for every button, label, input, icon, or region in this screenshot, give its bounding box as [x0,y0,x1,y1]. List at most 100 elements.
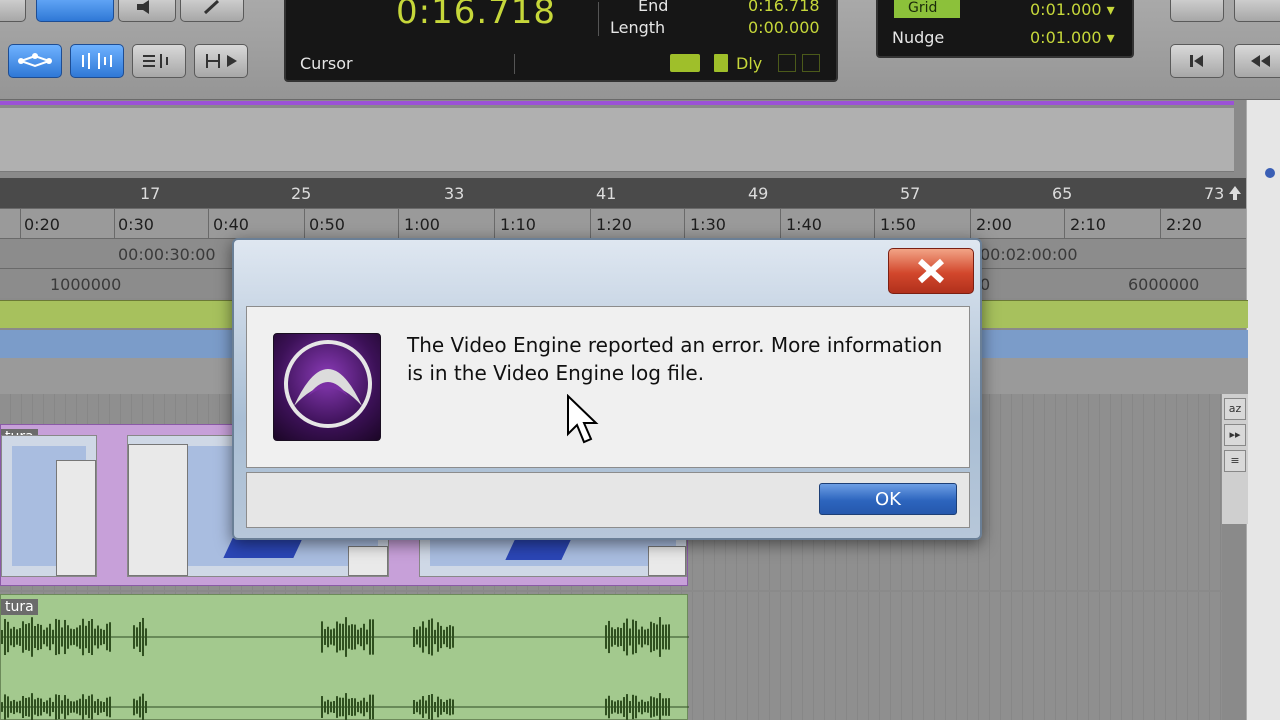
close-button[interactable] [888,248,974,294]
waveform-sample [100,628,102,646]
pencil-button[interactable] [180,0,244,22]
delay-label[interactable]: Dly [736,54,762,73]
bar-label: 57 [900,184,921,203]
main-counter: 0:16.718 End Length 0:16.718 0:00.000 Cu… [284,0,838,82]
audio-clip[interactable]: tura [0,594,689,720]
waveform-sample [629,701,631,713]
mode-spot-button[interactable] [132,44,186,78]
nudge-label: Nudge [892,28,945,47]
waveform-sample [440,625,442,649]
waveform-sample [428,619,430,655]
waveform-sample [357,701,359,713]
mode-grid-button[interactable] [194,44,248,78]
grid-value[interactable]: 0:01.000 ▾ [1030,0,1115,19]
waveform-sample [40,698,42,716]
waveform-sample [106,623,108,651]
ruler-up-arrow-icon[interactable] [1228,184,1242,202]
slip-mode-icon [82,53,112,69]
minsecs-ruler[interactable]: 0:20 0:30 0:40 0:50 1:00 1:10 1:20 1:30 … [0,208,1246,239]
minsec-label: 1:30 [690,215,726,234]
waveform-sample [626,618,628,656]
ruler-tick [208,209,209,239]
return-to-zero-button[interactable] [1170,44,1224,78]
waveform-sample [333,701,335,713]
waveform-sample [665,624,667,650]
waveform-sample [611,700,613,714]
waveform-sample [91,694,93,720]
waveform-sample [431,618,433,656]
top-right-button[interactable] [1170,0,1224,22]
waveform-sample [10,628,12,646]
rewind-button[interactable] [1234,44,1280,78]
s-toggle[interactable] [778,54,796,72]
selection-line [0,101,1234,105]
waveform-sample [446,626,448,648]
top-right-button-2[interactable] [1234,0,1280,22]
waveform-sample [61,627,63,647]
waveform-toggle-icon[interactable] [670,54,700,72]
ok-button[interactable]: OK [819,483,957,515]
waveform-sample [437,622,439,652]
toolbar-top-button-1[interactable] [0,0,26,22]
waveform-sample [656,698,658,716]
waveform-sample [446,699,448,715]
grid-label[interactable]: Grid [894,0,960,18]
collapse-icon[interactable]: ≡ [1224,450,1246,472]
waveform-sample [327,699,329,715]
timecode-label: 00:02:00:00 [980,245,1078,264]
waveform-sample [34,625,36,649]
page-icon[interactable] [714,54,728,72]
waveform-sample [629,628,631,646]
waveform-sample [85,625,87,649]
cursor-label: Cursor [300,54,353,73]
toolbar-top-button-2[interactable] [36,0,114,22]
waveform-sample [28,697,30,717]
waveform-sample [34,699,36,715]
waveform-sample [55,618,57,656]
waveform-sample [449,625,451,649]
ruler-tick [874,209,875,239]
waveform-sample [97,698,99,716]
pencil-icon [203,0,220,15]
speaker-button[interactable] [118,0,176,22]
waveform-sample [52,701,54,713]
main-counter-value[interactable]: 0:16.718 [396,0,556,32]
waveform-sample [644,701,646,713]
rewind-icon [1251,55,1270,67]
m-toggle[interactable] [802,54,820,72]
waveform-sample [339,623,341,651]
sort-icon[interactable]: az [1224,398,1246,420]
right-scroll-rail[interactable] [1246,100,1280,720]
mode-slip-button[interactable] [70,44,124,78]
waveform-sample [330,629,332,645]
waveform-sample [452,626,454,648]
waveform-sample [363,697,365,717]
waveform-sample [419,699,421,715]
waveform-sample [79,698,81,716]
waveform-sample [662,698,664,716]
minsec-label: 0:40 [213,215,249,234]
ruler-tick [20,209,21,239]
bar-label: 33 [444,184,465,203]
waveform-sample [632,694,634,720]
waveform-sample [336,621,338,653]
fast-forward-icon[interactable]: ▸▸ [1224,424,1246,446]
waveform-sample [139,696,141,718]
waveform-sample [351,698,353,716]
waveform-sample [416,701,418,713]
length-value[interactable]: 0:00.000 [748,18,820,37]
bars-beats-ruler[interactable]: 17 25 33 41 49 57 65 73 [0,178,1246,208]
waveform-sample [133,625,135,649]
waveform-sample [31,617,33,657]
waveform-sample [662,624,664,650]
waveform-sample [67,698,69,716]
waveform-sample [653,697,655,717]
end-value[interactable]: 0:16.718 [748,0,820,15]
nudge-value[interactable]: 0:01.000 ▾ [1030,28,1115,47]
waveform-sample [647,628,649,646]
waveform-sample [142,617,144,657]
waveform-sample [4,618,6,656]
waveform-sample [55,694,57,720]
waveform-sample [623,622,625,652]
mode-shuffle-button[interactable] [8,44,62,78]
